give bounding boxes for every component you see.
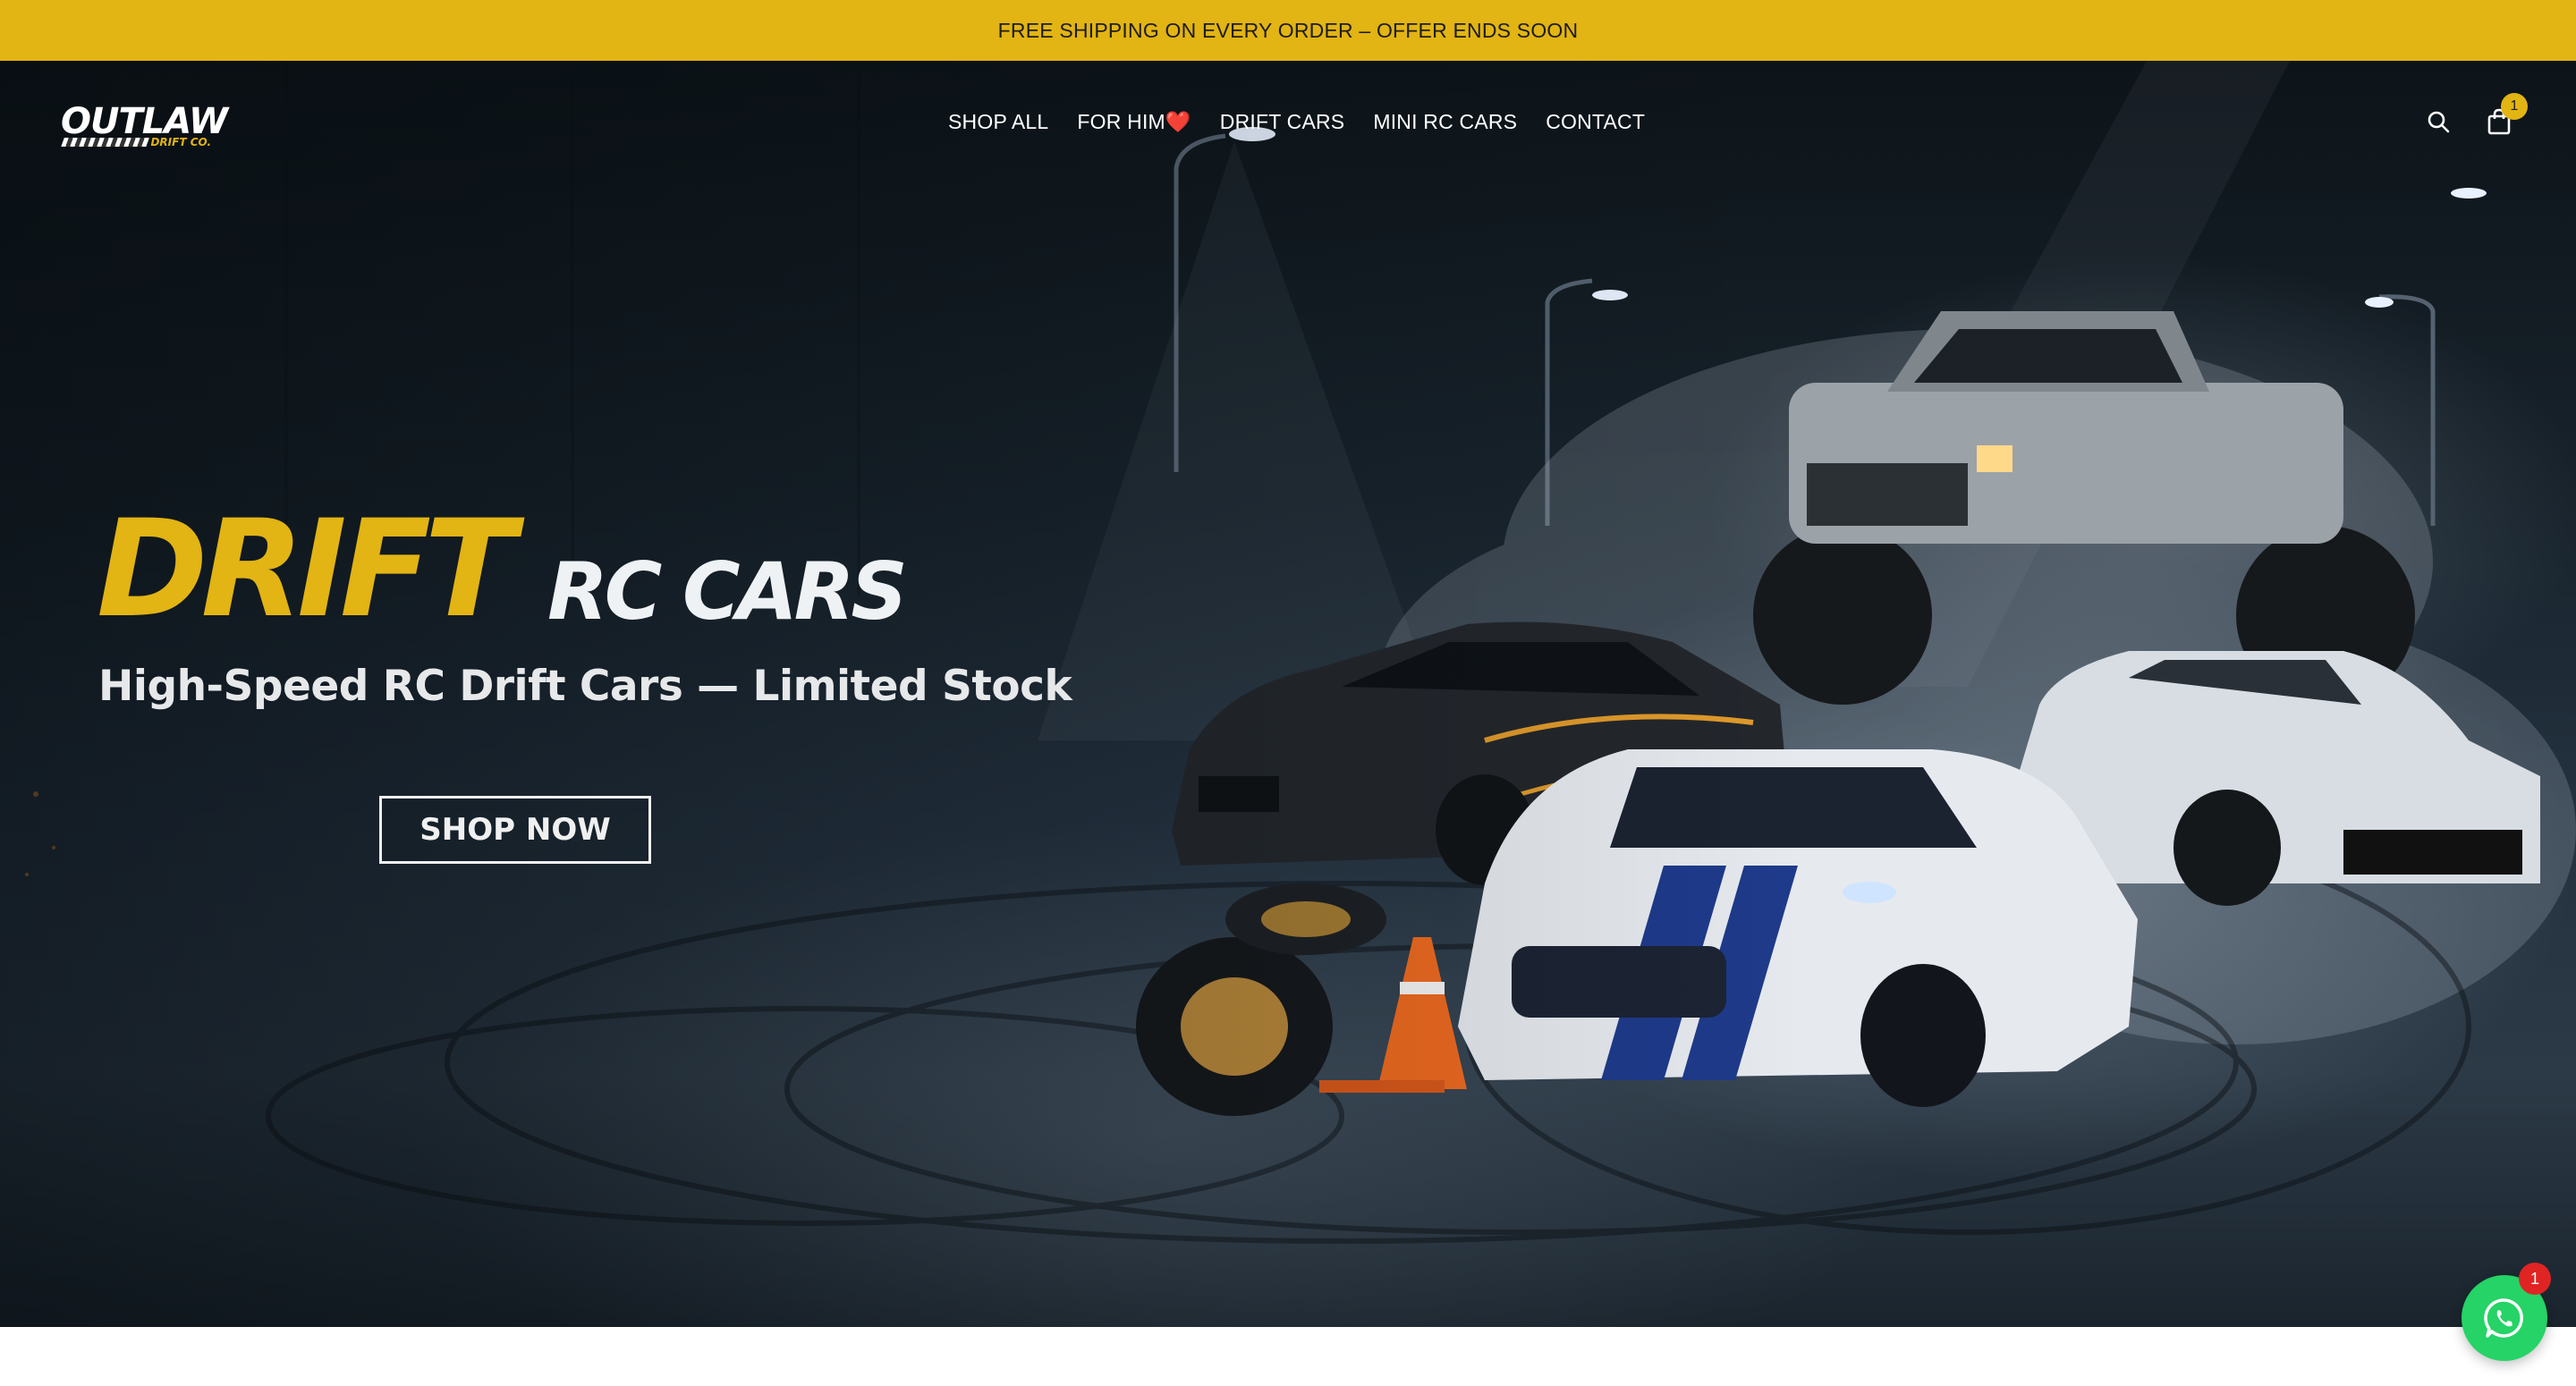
cart-count-badge: 1 [2501,93,2528,120]
site-header: OUTLAW DRIFT CO. SHOP ALL FOR HIM❤️ DRIF… [0,61,2576,182]
hero-tagline: High-Speed RC Drift Cars — Limited Stock [98,662,1072,711]
nav-for-him[interactable]: FOR HIM❤️ [1077,110,1191,134]
hero-title-accent: DRIFT [97,492,516,647]
announcement-text: FREE SHIPPING ON EVERY ORDER – OFFER END… [997,18,1579,42]
nav-contact[interactable]: CONTACT [1546,110,1645,134]
hero-title-rest: RC CARS [547,545,908,638]
checkered-flag-stripe [61,138,150,147]
nav-drift-cars[interactable]: DRIFT CARS [1220,110,1345,134]
announcement-bar: FREE SHIPPING ON EVERY ORDER – OFFER END… [0,0,2576,61]
nav-shop-all[interactable]: SHOP ALL [948,110,1048,134]
brand-logo[interactable]: OUTLAW DRIFT CO. [61,102,228,152]
nav-mini-rc-cars[interactable]: MINI RC CARS [1373,110,1517,134]
whatsapp-icon [2484,1298,2523,1338]
whatsapp-notification-badge: 1 [2519,1263,2551,1295]
whatsapp-chat-button[interactable]: 1 [2462,1263,2551,1361]
main-nav: SHOP ALL FOR HIM❤️ DRIFT CARS MINI RC CA… [948,61,1645,182]
cart-button[interactable]: 1 [2478,93,2528,143]
brand-subtitle: DRIFT CO. [150,136,211,148]
search-icon [2428,111,2450,133]
shop-now-button[interactable]: SHOP NOW [379,796,651,864]
search-button[interactable] [2417,100,2460,143]
